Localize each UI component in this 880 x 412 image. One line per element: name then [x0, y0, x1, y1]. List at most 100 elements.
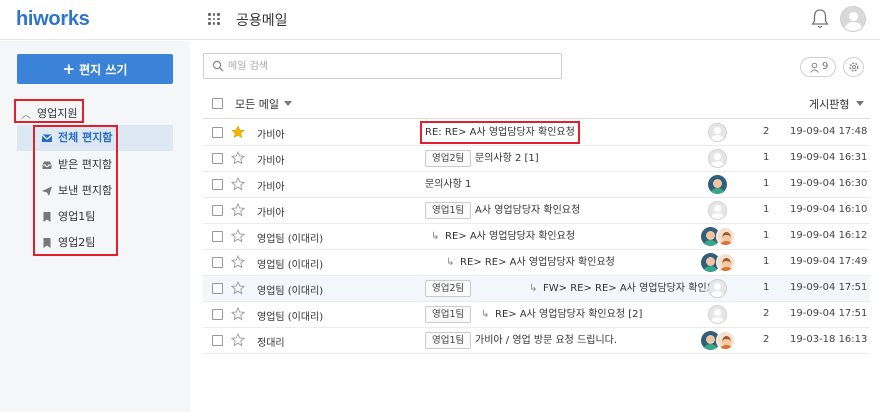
assignee-avatar[interactable] [716, 227, 735, 246]
app-title: 공용메일 [236, 13, 288, 29]
mail-row[interactable]: 가비아 영업1팀 A사 영업담당자 확인요청 1 19-09-04 16:10 [203, 198, 870, 224]
user-avatar[interactable] [840, 6, 866, 32]
star-outline-icon[interactable] [231, 151, 245, 165]
mail-subject[interactable]: FW> RE> RE> A사 영업담당자 확인요청 [543, 276, 725, 301]
mail-row[interactable]: 가비아 문의사항 1 1 19-09-04 16:30 [203, 172, 870, 198]
person-icon [810, 62, 819, 73]
mail-sender: 영업팀 (이대리) [257, 312, 324, 323]
folder-group-toggle[interactable]: ︿ 영업지원 [14, 99, 84, 123]
folder-group-label: 영업지원 [37, 107, 78, 120]
assignee-avatar[interactable] [708, 279, 727, 298]
mail-sender: 가비아 [257, 208, 285, 219]
star-outline-icon[interactable] [231, 203, 245, 217]
row-checkbox[interactable] [212, 309, 223, 320]
folder-tag[interactable]: 영업1팀 [425, 332, 472, 349]
search-icon [212, 60, 224, 72]
subject-highlight-box [420, 121, 580, 144]
mail-date: 19-09-04 16:12 [790, 230, 868, 241]
mail-row[interactable]: 가비아 영업2팀 문의사항 2 [1] 1 19-09-04 16:31 [203, 146, 870, 172]
reply-arrow-icon: ↳ [431, 231, 440, 242]
star-outline-icon[interactable] [231, 281, 245, 295]
folder-tag[interactable]: 영업1팀 [425, 202, 472, 219]
reply-arrow-icon: ↳ [481, 309, 490, 320]
row-checkbox[interactable] [212, 283, 223, 294]
compose-label: 편지 쓰기 [79, 63, 128, 77]
thread-count: 2 [763, 334, 770, 345]
mail-sender: 가비아 [257, 182, 285, 193]
mail-sender: 영업팀 (이대리) [257, 234, 324, 245]
row-checkbox[interactable] [212, 153, 223, 164]
assignee-avatar[interactable] [716, 331, 735, 350]
row-checkbox[interactable] [212, 335, 223, 346]
compose-button[interactable]: + 편지 쓰기 [17, 54, 173, 84]
mail-subject[interactable]: 문의사항 1 [425, 172, 471, 197]
top-header: hiworks 공용메일 [0, 0, 880, 40]
bell-icon[interactable] [810, 8, 830, 30]
mail-subject[interactable]: A사 영업담당자 확인요청 [475, 198, 580, 223]
gear-icon [849, 62, 859, 72]
shared-users-button[interactable]: 9 [800, 57, 836, 77]
assignee-avatar[interactable] [708, 201, 727, 220]
search-box[interactable] [203, 53, 562, 79]
mail-row[interactable]: 정대리 영업1팀 가비아 / 영업 방문 요청 드립니다. 2 19-03-18 16:… [203, 328, 870, 354]
thread-count: 1 [763, 282, 770, 293]
thread-count: 2 [763, 126, 770, 137]
mail-date: 19-09-04 17:48 [790, 126, 868, 137]
assignee-avatar[interactable] [708, 149, 727, 168]
thread-count: 2 [763, 308, 770, 319]
thread-count: 1 [763, 230, 770, 241]
star-outline-icon[interactable] [231, 333, 245, 347]
mail-row[interactable]: 영업팀 (이대리) ↳ RE> RE> A사 영업담당자 확인요청 1 19-09-04… [203, 250, 870, 276]
assignee-avatar[interactable] [716, 253, 735, 272]
folder-tag[interactable]: 영업1팀 [425, 306, 472, 323]
folder-tag[interactable]: 영업2팀 [425, 280, 472, 297]
reply-arrow-icon: ↳ [529, 283, 538, 294]
mail-subject[interactable]: RE> A사 영업담당자 확인요청 [445, 224, 575, 249]
mail-row[interactable]: 영업팀 (이대리) 영업1팀 ↳ RE> A사 영업담당자 확인요청 [2] 2 19-0… [203, 302, 870, 328]
view-mode-dropdown[interactable]: 게시판형 [809, 96, 849, 112]
thread-count: 1 [763, 178, 770, 189]
caret-down-icon[interactable] [284, 101, 292, 106]
reply-arrow-icon: ↳ [446, 257, 455, 268]
caret-down-icon[interactable] [856, 101, 864, 106]
select-all-checkbox[interactable] [212, 98, 223, 109]
assignee-avatar[interactable] [708, 305, 727, 324]
chevron-up-icon: ︿ [21, 110, 31, 121]
star-filled-icon[interactable] [231, 125, 245, 139]
mail-date: 19-09-04 16:10 [790, 204, 868, 215]
mail-row[interactable]: 영업팀 (이대리) 영업2팀 ↳ FW> RE> RE> A사 영업담당자 확인요청 1… [203, 276, 870, 302]
thread-count: 1 [763, 204, 770, 215]
mail-subject[interactable]: 가비아 / 영업 방문 요청 드립니다. [475, 328, 617, 353]
assignee-avatar[interactable] [708, 123, 727, 142]
row-checkbox[interactable] [212, 257, 223, 268]
filter-dropdown[interactable]: 모든 메일 [235, 96, 279, 112]
row-checkbox[interactable] [212, 205, 223, 216]
star-outline-icon[interactable] [231, 307, 245, 321]
mail-sender: 가비아 [257, 130, 285, 141]
mail-date: 19-09-04 16:30 [790, 178, 868, 189]
plus-icon: + [62, 60, 76, 78]
apps-grid-icon[interactable] [208, 13, 220, 25]
search-input[interactable] [228, 58, 548, 74]
star-outline-icon[interactable] [231, 229, 245, 243]
folder-highlight-box [33, 125, 118, 256]
mail-subject[interactable]: 문의사항 2 [1] [475, 146, 539, 171]
mail-row[interactable]: 영업팀 (이대리) ↳ RE> A사 영업담당자 확인요청 1 19-09-04 16:… [203, 224, 870, 250]
mail-sender: 정대리 [257, 338, 285, 349]
folder-tag[interactable]: 영업2팀 [425, 150, 472, 167]
row-checkbox[interactable] [212, 179, 223, 190]
mail-subject[interactable]: RE> RE> A사 영업담당자 확인요청 [460, 250, 615, 275]
thread-count: 1 [763, 256, 770, 267]
hiworks-logo[interactable]: hiworks [16, 8, 90, 31]
mail-date: 19-09-04 17:51 [790, 308, 868, 319]
mail-subject[interactable]: RE> A사 영업담당자 확인요청 [2] [495, 302, 642, 327]
mail-date: 19-09-04 16:31 [790, 152, 868, 163]
assignee-avatar[interactable] [708, 175, 727, 194]
mail-sender: 영업팀 (이대리) [257, 286, 324, 297]
row-checkbox[interactable] [212, 231, 223, 242]
star-outline-icon[interactable] [231, 177, 245, 191]
settings-button[interactable] [843, 57, 864, 77]
row-checkbox[interactable] [212, 127, 223, 138]
mail-sender: 영업팀 (이대리) [257, 260, 324, 271]
star-outline-icon[interactable] [231, 255, 245, 269]
